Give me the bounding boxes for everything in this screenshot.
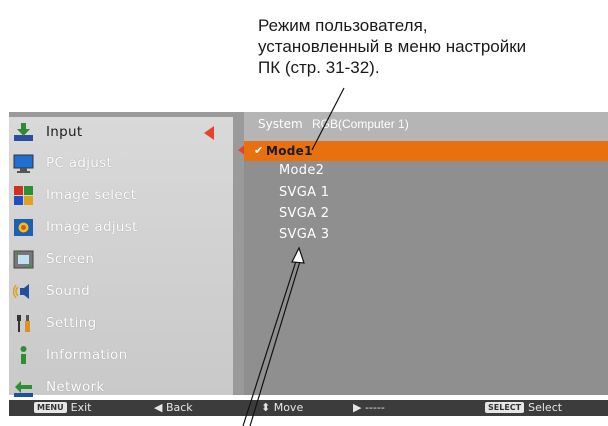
arrow-head-icon — [291, 246, 305, 264]
arrow-line-1 — [242, 257, 298, 426]
callout-leader-line — [311, 87, 345, 151]
callout-leader-lines — [242, 87, 345, 426]
arrow-line-2 — [249, 257, 302, 426]
